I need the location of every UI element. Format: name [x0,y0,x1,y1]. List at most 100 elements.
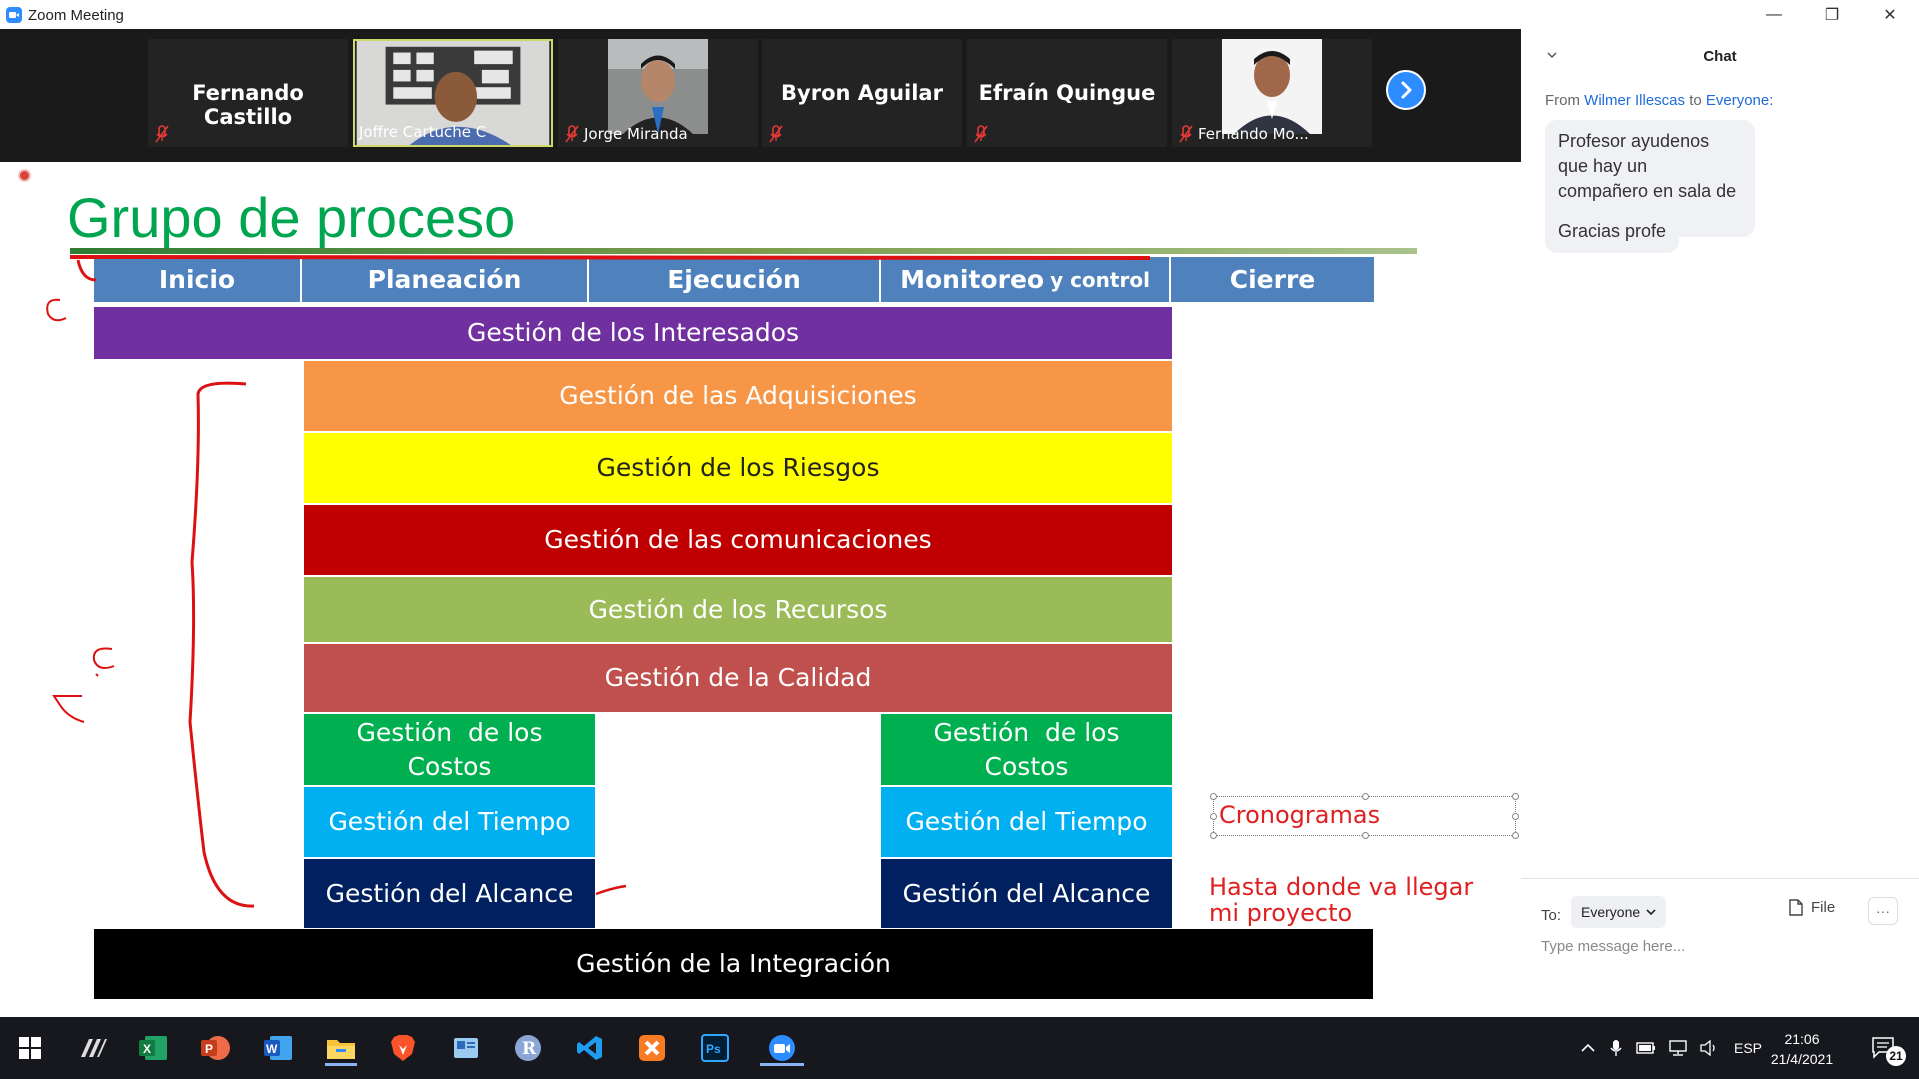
more-options-button[interactable]: ··· [1868,897,1898,925]
zoom-app-icon [6,7,22,23]
annotation-cronogramas: Cronogramas [1219,801,1381,829]
participant-video-icon [1222,39,1322,134]
participant-video-strip: Fernando Castillo Joffre Cartuche C Jorg… [0,29,1521,162]
restore-button[interactable]: ❐ [1803,0,1861,30]
recipient-select[interactable]: Everyone [1571,896,1667,928]
svg-text:Ps: Ps [706,1042,721,1056]
participant-tile-active[interactable]: Joffre Cartuche C [353,39,553,147]
svg-text:R: R [522,1039,537,1059]
phase-inicio: Inicio [94,257,302,302]
powerpoint-icon[interactable]: P [198,1030,234,1066]
window-controls: — ❐ ✕ [1745,0,1919,30]
notification-count-badge: 21 [1886,1046,1906,1066]
band-comunicaciones: Gestión de las comunicaciones [304,505,1172,575]
arc-app-icon[interactable] [76,1030,112,1066]
resize-handle[interactable] [1512,813,1519,820]
band-costos-left-line2: Costos [407,751,492,781]
close-button[interactable]: ✕ [1861,0,1919,30]
svg-text:P: P [205,1042,213,1056]
recording-indicator-icon [18,169,31,182]
zoom-taskbar-icon[interactable] [758,1030,806,1066]
from-prefix: From [1545,92,1580,109]
muted-mic-icon [565,125,579,143]
resize-handle[interactable] [1512,832,1519,839]
band-alcance-right: Gestión del Alcance [881,859,1172,928]
participant-tile[interactable]: Byron Aguilar [762,39,962,147]
muted-mic-icon [769,125,783,143]
participant-tile[interactable]: Efraín Quingue [967,39,1167,147]
chat-message-sender: From Wilmer Illescas to Everyone: [1545,92,1773,109]
resize-handle[interactable] [1362,793,1369,800]
muted-mic-icon [1179,125,1193,143]
shared-screen-slide: Grupo de proceso Inicio Planeación Ejecu… [0,162,1521,1017]
system-tray: ESP [1580,1017,1762,1079]
microphone-icon[interactable] [1610,1039,1622,1057]
resize-handle[interactable] [1362,832,1369,839]
resize-handle[interactable] [1210,793,1217,800]
next-page-button[interactable] [1386,70,1426,110]
volume-icon[interactable] [1700,1040,1718,1056]
svg-text:X: X [143,1042,151,1056]
title-divider [70,248,1417,254]
clock-date: 21/4/2021 [1770,1050,1834,1067]
contacts-app-icon[interactable] [448,1030,484,1066]
excel-icon[interactable]: X [136,1030,172,1066]
band-calidad: Gestión de la Calidad [304,644,1172,712]
band-costos-right: Gestión de los Costos [881,714,1172,785]
chat-message-2: Gracias profe [1545,210,1680,253]
band-riesgos: Gestión de los Riesgos [304,433,1172,503]
phase-ejecucion: Ejecución [589,257,881,302]
participant-tile[interactable]: Fernando Mo... [1172,39,1372,147]
r-app-icon[interactable]: R [510,1030,546,1066]
phase-monitoreo: Monitoreo y control [881,257,1171,302]
band-costos-right-line2: Costos [984,751,1069,781]
chevron-up-icon[interactable] [1580,1043,1596,1053]
participant-name: Byron Aguilar [781,81,943,105]
recipient-link[interactable]: Everyone: [1706,92,1774,109]
participant-name: Joffre Cartuche C [359,123,487,141]
notification-center-icon[interactable]: 21 [1862,1030,1906,1066]
slide-title: Grupo de proceso [67,186,516,249]
vscode-icon[interactable] [572,1030,608,1066]
photoshop-icon[interactable]: Ps [697,1030,733,1066]
minimize-button[interactable]: — [1745,0,1803,30]
resize-handle[interactable] [1210,832,1217,839]
chevron-down-icon [1646,909,1656,916]
annotation-line: mi proyecto [1209,898,1353,927]
band-interesados: Gestión de los Interesados [94,307,1172,359]
resize-handle[interactable] [1210,813,1217,820]
band-adquisiciones: Gestión de las Adquisiciones [304,361,1172,431]
chat-header: Chat [1521,30,1919,84]
chat-message-input[interactable] [1541,938,1891,955]
svg-text:W: W [266,1042,278,1056]
annotation-textbox[interactable]: Cronogramas [1210,793,1519,839]
to-label: To: [1541,907,1562,924]
battery-icon[interactable] [1636,1042,1656,1054]
band-costos-right-line1: Gestión de los [933,717,1120,747]
recipient-select-value: Everyone [1581,904,1641,920]
window-titlebar: Zoom Meeting — ❐ ✕ [0,0,1919,30]
chevron-right-icon [1401,81,1412,99]
file-icon [1789,899,1803,916]
band-costos-left-line1: Gestión de los [356,717,543,747]
file-button[interactable]: File [1789,899,1835,916]
participant-tile[interactable]: Jorge Miranda [558,39,758,147]
band-integracion: Gestión de la Integración [94,929,1373,999]
participant-tile[interactable]: Fernando Castillo [148,39,348,147]
xampp-icon[interactable] [634,1030,670,1066]
annotation-alcance-note: Hasta donde va llegar mi proyecto [1209,874,1473,927]
windows-start-icon[interactable] [12,1030,48,1066]
band-recursos: Gestión de los Recursos [304,577,1172,642]
file-explorer-icon[interactable] [323,1030,359,1066]
taskbar-clock[interactable]: 21:06 21/4/2021 [1762,1030,1842,1069]
windows-taskbar: X P W R Ps ESP 21:06 21/4/2021 21 [0,1017,1919,1079]
language-indicator[interactable]: ESP [1734,1040,1762,1056]
muted-mic-icon [155,125,169,143]
participant-name: Jorge Miranda [584,125,688,143]
network-icon[interactable] [1668,1040,1688,1056]
sender-name-link[interactable]: Wilmer Illescas [1584,92,1685,109]
brave-browser-icon[interactable] [385,1030,421,1066]
resize-handle[interactable] [1512,793,1519,800]
word-icon[interactable]: W [261,1030,297,1066]
participant-name: Fernando Mo... [1198,125,1309,143]
